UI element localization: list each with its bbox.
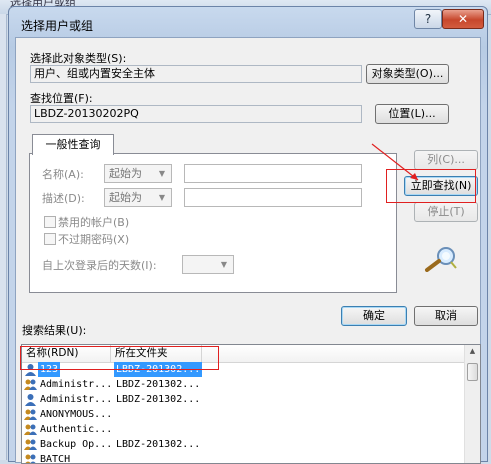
stop-button[interactable]: 停止(T) [414, 202, 478, 222]
non-expiring-password-label: 不过期密码(X) [58, 233, 130, 246]
annotation-arrow-icon [371, 143, 419, 181]
background-window-edge [0, 14, 7, 460]
group-icon [24, 424, 37, 435]
result-row[interactable]: Administr... LBDZ-201302... [22, 377, 465, 392]
ok-button[interactable]: 确定 [341, 306, 407, 326]
result-name: Authentic... [40, 424, 113, 435]
user-icon [25, 394, 36, 406]
result-folder: LBDZ-201302... [116, 394, 201, 405]
result-folder [114, 422, 118, 437]
select-users-dialog: 选择用户或组 ? ✕ 选择此对象类型(S): 用户、组或内置安全主体 对象类型(… [8, 6, 488, 464]
search-icon [425, 247, 457, 272]
location-field: LBDZ-20130202PQ [30, 105, 362, 123]
result-name: Backup Op... [40, 439, 113, 450]
group-icon [25, 454, 36, 463]
results-scrollbar[interactable]: ▲ [464, 345, 480, 463]
result-folder [114, 407, 118, 422]
result-row[interactable]: Administr... LBDZ-201302... [22, 392, 465, 407]
days-since-logon-label: 自上次登录后的天数(I): [42, 259, 157, 272]
result-row[interactable]: ANONYMOUS... [22, 407, 465, 422]
description-input[interactable] [184, 188, 362, 207]
result-folder: LBDZ-201302... [116, 439, 201, 450]
result-folder [114, 452, 118, 463]
tab-common-queries[interactable]: 一般性查询 [32, 134, 114, 155]
object-types-button[interactable]: 对象类型(O)... [366, 64, 449, 84]
dialog-title: 选择用户或组 [21, 19, 94, 33]
location-label: 查找位置(F): [30, 92, 93, 105]
common-queries-panel: 名称(A): 起始为 ▼ 描述(D): 起始为 ▼ 禁用的帐户(B) 不过期密码(X… [29, 153, 397, 293]
result-name: ANONYMOUS... [40, 409, 113, 420]
locations-button[interactable]: 位置(L)... [375, 104, 449, 124]
name-mode-select[interactable]: 起始为 ▼ [104, 164, 172, 183]
cancel-button[interactable]: 取消 [414, 306, 478, 326]
object-type-label: 选择此对象类型(S): [30, 52, 127, 65]
result-name: Administr... [40, 379, 113, 390]
group-icon [24, 409, 37, 420]
description-label: 描述(D): [42, 192, 85, 205]
non-expiring-password-checkbox[interactable] [44, 233, 56, 245]
help-button[interactable]: ? [414, 9, 442, 29]
close-button[interactable]: ✕ [442, 9, 484, 29]
result-folder: LBDZ-201302... [116, 379, 201, 390]
disabled-accounts-checkbox[interactable] [44, 216, 56, 228]
scroll-up-icon[interactable]: ▲ [465, 347, 480, 355]
disabled-accounts-label: 禁用的帐户(B) [58, 216, 130, 229]
chevron-down-icon: ▼ [158, 169, 166, 178]
chevron-down-icon: ▼ [220, 260, 228, 269]
result-row[interactable]: Authentic... [22, 422, 465, 437]
group-icon [24, 379, 37, 390]
search-results-label: 搜索结果(U): [22, 324, 87, 337]
group-icon [24, 439, 37, 450]
chevron-down-icon: ▼ [158, 193, 166, 202]
description-mode-select[interactable]: 起始为 ▼ [104, 188, 172, 207]
name-mode-value: 起始为 [109, 167, 142, 180]
name-input[interactable] [184, 164, 362, 183]
days-since-logon-select[interactable]: ▼ [182, 255, 234, 274]
result-name: Administr... [40, 394, 113, 405]
result-name: BATCH [40, 454, 71, 464]
name-label: 名称(A): [42, 168, 84, 181]
description-mode-value: 起始为 [109, 191, 142, 204]
result-row[interactable]: BATCH [22, 452, 465, 464]
selected-row-highlight [20, 346, 219, 370]
object-type-field: 用户、组或内置安全主体 [30, 65, 362, 83]
result-row[interactable]: Backup Op... LBDZ-201302... [22, 437, 465, 452]
dialog-client-area: 选择此对象类型(S): 用户、组或内置安全主体 对象类型(O)... 查找位置(… [15, 37, 481, 464]
scroll-thumb[interactable] [467, 363, 478, 381]
